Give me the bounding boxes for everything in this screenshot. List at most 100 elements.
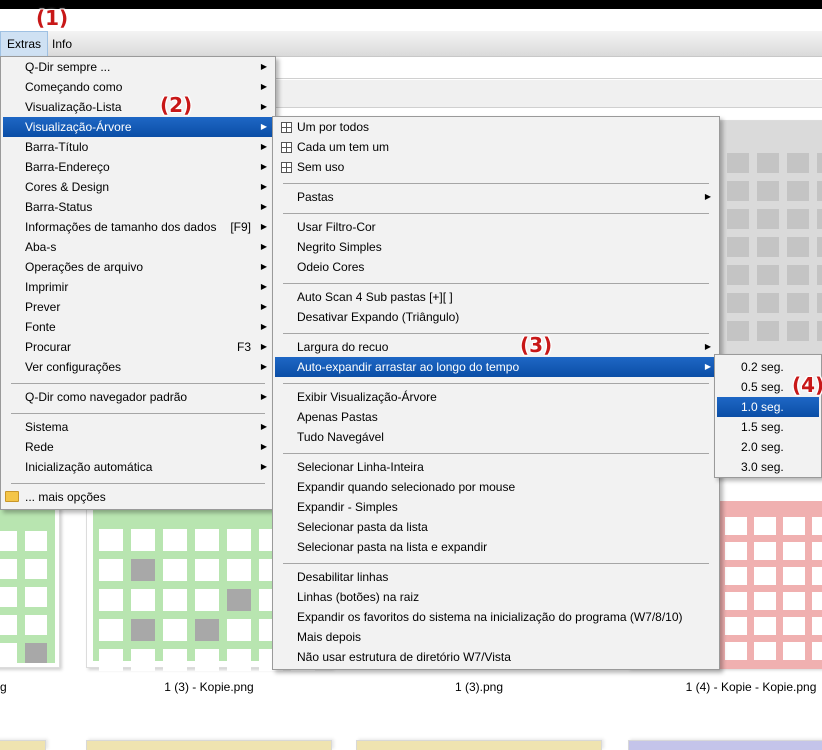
file-caption: 1 (3) - Kopie.png bbox=[164, 680, 254, 694]
menu-item-label: Rede bbox=[25, 440, 54, 454]
menu-separator bbox=[283, 183, 709, 184]
menu-item-label: Apenas Pastas bbox=[297, 410, 378, 424]
menu-item-prever[interactable]: Prever ▶ bbox=[3, 297, 273, 317]
menu-item-inicializacao-automatica[interactable]: Inicialização automática ▶ bbox=[3, 457, 273, 477]
submenu-arrow-icon: ▶ bbox=[260, 242, 267, 251]
menu-item-usar-filtro-cor[interactable]: Usar Filtro-Cor bbox=[275, 217, 717, 237]
menu-item-shortcut: F3 bbox=[236, 340, 251, 354]
toolbar-area bbox=[270, 80, 822, 108]
submenu-arrow-icon: ▶ bbox=[704, 362, 711, 371]
menu-item-fonte[interactable]: Fonte ▶ bbox=[3, 317, 273, 337]
menu-item-1-5-seg[interactable]: 1.5 seg. bbox=[717, 417, 819, 437]
menu-item-odeio-cores[interactable]: Odeio Cores bbox=[275, 257, 717, 277]
menu-item-q-dir-sempre[interactable]: Q-Dir sempre ... ▶ bbox=[3, 57, 273, 77]
menu-separator bbox=[11, 413, 265, 414]
menu-item-expandir-os-favoritos-do-sistema-na-inicializacao-do-programa-w7-8-10[interactable]: Expandir os favoritos do sistema na inic… bbox=[275, 607, 717, 627]
menu-item-barra-status[interactable]: Barra-Status ▶ bbox=[3, 197, 273, 217]
menu-item-informacoes-de-tamanho-dos-dados[interactable]: Informações de tamanho dos dados [F9] ▶ bbox=[3, 217, 273, 237]
menu-item-auto-expandir-arrastar-ao-longo-do-tempo[interactable]: Auto-expandir arrastar ao longo do tempo… bbox=[275, 357, 717, 377]
menu-item-label: Operações de arquivo bbox=[25, 260, 144, 274]
menu-item-label: Exibir Visualização-Árvore bbox=[297, 390, 437, 404]
menu-separator bbox=[11, 383, 265, 384]
menu-item-label: Visualização-Árvore bbox=[25, 120, 132, 134]
submenu-arrow-icon: ▶ bbox=[260, 322, 267, 331]
tree-radio-icon bbox=[281, 142, 292, 153]
menu-item-um-por-todos[interactable]: Um por todos bbox=[275, 117, 717, 137]
menu-item-label: Visualização-Lista bbox=[25, 100, 122, 114]
annotation-1: (1) bbox=[36, 6, 69, 30]
menu-item-label: Desativar Expando (Triângulo) bbox=[297, 310, 460, 324]
menu-item-linhas-botoes-na-raiz[interactable]: Linhas (botões) na raiz bbox=[275, 587, 717, 607]
menu-item-label: Selecionar pasta da lista bbox=[297, 520, 428, 534]
menu-item-comecando-como[interactable]: Começando como ▶ bbox=[3, 77, 273, 97]
menu-item-expandir-simples[interactable]: Expandir - Simples bbox=[275, 497, 717, 517]
menu-item-label: Cada um tem um bbox=[297, 140, 390, 154]
menu-item-largura-do-recuo[interactable]: Largura do recuo ▶ bbox=[275, 337, 717, 357]
menu-item-mais-opcoes[interactable]: ... mais opções bbox=[3, 487, 273, 507]
menu-item-rede[interactable]: Rede ▶ bbox=[3, 437, 273, 457]
menu-item-desabilitar-linhas[interactable]: Desabilitar linhas bbox=[275, 567, 717, 587]
menu-item-tudo-navegavel[interactable]: Tudo Navegável bbox=[275, 427, 717, 447]
menu-item-imprimir[interactable]: Imprimir ▶ bbox=[3, 277, 273, 297]
menu-item-label: Inicialização automática bbox=[25, 460, 153, 474]
menu-item-label: Ver configurações bbox=[25, 360, 122, 374]
menu-item-label: Cores & Design bbox=[25, 180, 110, 194]
submenu-arrow-icon: ▶ bbox=[704, 342, 711, 351]
file-thumbnail-next-row[interactable] bbox=[628, 740, 822, 750]
submenu-arrow-icon: ▶ bbox=[260, 102, 267, 111]
menu-item-sistema[interactable]: Sistema ▶ bbox=[3, 417, 273, 437]
file-thumbnail-next-row[interactable] bbox=[86, 740, 332, 750]
menu-item-sem-uso[interactable]: Sem uso bbox=[275, 157, 717, 177]
menu-item-selecionar-pasta-da-lista[interactable]: Selecionar pasta da lista bbox=[275, 517, 717, 537]
menu-item-visualizacao-arvore[interactable]: Visualização-Árvore ▶ bbox=[3, 117, 273, 137]
file-thumbnail-next-row[interactable] bbox=[0, 740, 46, 750]
menu-item-cores-design[interactable]: Cores & Design ▶ bbox=[3, 177, 273, 197]
menu-item-desativar-expando-triangulo[interactable]: Desativar Expando (Triângulo) bbox=[275, 307, 717, 327]
menu-item-barra-titulo[interactable]: Barra-Título ▶ bbox=[3, 137, 273, 157]
annotation-3: (3) bbox=[520, 333, 553, 357]
menu-item-label: ... mais opções bbox=[25, 490, 106, 504]
menu-item-label: Barra-Título bbox=[25, 140, 89, 154]
extras-menu: Q-Dir sempre ... ▶ Começando como ▶ Visualiz… bbox=[0, 56, 276, 510]
menu-item-negrito-simples[interactable]: Negrito Simples bbox=[275, 237, 717, 257]
menu-info[interactable]: Info bbox=[46, 31, 78, 57]
menu-item-label: Expandir quando selecionado por mouse bbox=[297, 480, 516, 494]
address-bar-area bbox=[270, 57, 822, 79]
menu-extras[interactable]: Extras bbox=[0, 31, 49, 57]
menu-item-visualizacao-lista[interactable]: Visualização-Lista ▶ bbox=[3, 97, 273, 117]
menu-item-3-0-seg[interactable]: 3.0 seg. bbox=[717, 457, 819, 477]
file-thumbnail-next-row[interactable] bbox=[356, 740, 602, 750]
menu-item-label: Expandir - Simples bbox=[297, 500, 398, 514]
menu-item-label: Odeio Cores bbox=[297, 260, 365, 274]
menu-item-procurar[interactable]: Procurar F3 ▶ bbox=[3, 337, 273, 357]
file-thumbnail-left[interactable] bbox=[0, 500, 60, 668]
menu-item-mais-depois[interactable]: Mais depois bbox=[275, 627, 717, 647]
menu-item-apenas-pastas[interactable]: Apenas Pastas bbox=[275, 407, 717, 427]
menu-item-auto-scan-4-sub-pastas[interactable]: Auto Scan 4 Sub pastas [+][ ] bbox=[275, 287, 717, 307]
menu-item-pastas[interactable]: Pastas ▶ bbox=[275, 187, 717, 207]
menu-item-label: Um por todos bbox=[297, 120, 370, 134]
menu-item-label: Barra-Status bbox=[25, 200, 93, 214]
menu-item-1-0-seg[interactable]: 1.0 seg. bbox=[717, 397, 819, 417]
menu-item-expandir-quando-selecionado-por-mouse[interactable]: Expandir quando selecionado por mouse bbox=[275, 477, 717, 497]
menu-item-label: Negrito Simples bbox=[297, 240, 382, 254]
submenu-arrow-icon: ▶ bbox=[260, 342, 267, 351]
menu-item-ver-configuracoes[interactable]: Ver configurações ▶ bbox=[3, 357, 273, 377]
menu-item-selecionar-pasta-na-lista-e-expandir[interactable]: Selecionar pasta na lista e expandir bbox=[275, 537, 717, 557]
menu-item-aba-s[interactable]: Aba-s ▶ bbox=[3, 237, 273, 257]
menu-item-exibir-visualizacao-arvore[interactable]: Exibir Visualização-Árvore bbox=[275, 387, 717, 407]
menu-item-label: 0.2 seg. bbox=[741, 360, 784, 374]
menu-item-shortcut: [F9] bbox=[230, 220, 251, 234]
menu-item-label: 1.5 seg. bbox=[741, 420, 784, 434]
menu-item-label: Desabilitar linhas bbox=[297, 570, 389, 584]
menu-separator bbox=[283, 283, 709, 284]
menu-item-nao-usar-estrutura-de-diretorio-w7-vista[interactable]: Não usar estrutura de diretório W7/Vista bbox=[275, 647, 717, 667]
menu-item-operacoes-de-arquivo[interactable]: Operações de arquivo ▶ bbox=[3, 257, 273, 277]
menu-item-q-dir-como-navegador-padrao[interactable]: Q-Dir como navegador padrão ▶ bbox=[3, 387, 273, 407]
menu-item-label: Informações de tamanho dos dados bbox=[25, 220, 217, 234]
menu-item-cada-um-tem-um[interactable]: Cada um tem um bbox=[275, 137, 717, 157]
menu-item-selecionar-linha-inteira[interactable]: Selecionar Linha-Inteira bbox=[275, 457, 717, 477]
menu-item-label: Auto-expandir arrastar ao longo do tempo bbox=[297, 360, 520, 374]
menu-item-barra-endereco[interactable]: Barra-Endereço ▶ bbox=[3, 157, 273, 177]
menu-item-2-0-seg[interactable]: 2.0 seg. bbox=[717, 437, 819, 457]
